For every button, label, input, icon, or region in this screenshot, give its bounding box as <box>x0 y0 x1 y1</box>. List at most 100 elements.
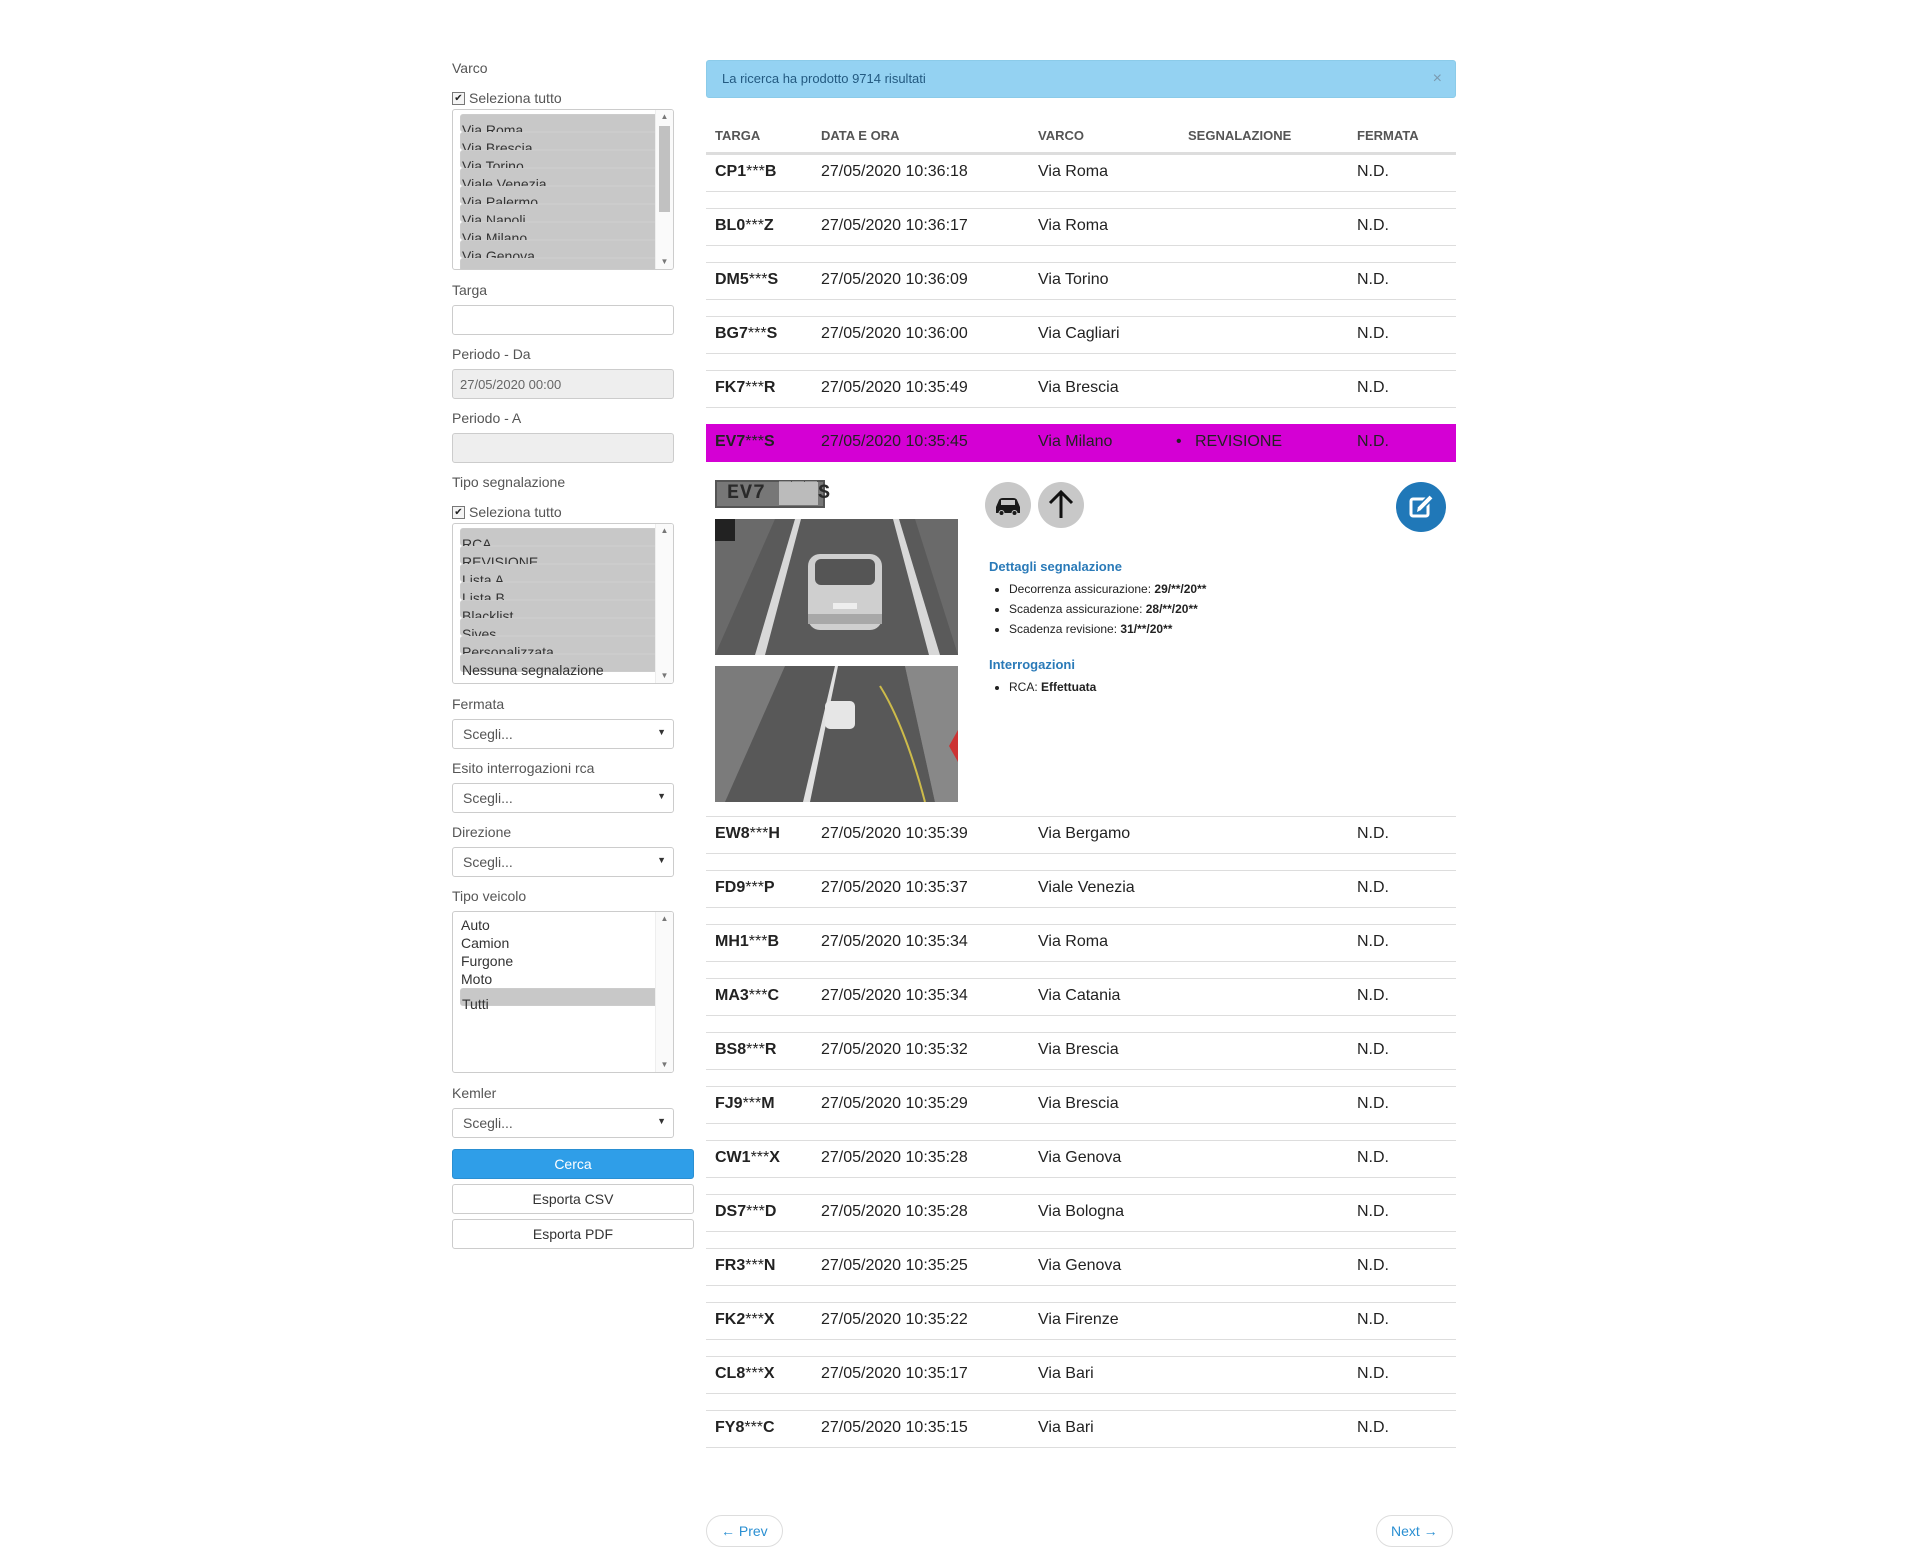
tipo-veicolo-listbox[interactable]: Auto Camion Furgone Moto Tutti ▲ ▼ <box>452 911 674 1073</box>
table-row[interactable]: FK7***R 27/05/2020 10:35:49 Via Brescia N.D… <box>706 370 1456 408</box>
detail-item: Scadenza assicurazione: 28/**/20** <box>1009 599 1206 619</box>
list-option[interactable]: Via Brescia <box>460 132 673 156</box>
plate-mask: *** <box>745 1311 764 1328</box>
list-option[interactable]: Via Genova <box>460 240 673 264</box>
checkbox-icon[interactable]: ✔ <box>452 91 465 105</box>
table-row[interactable]: FK2***X 27/05/2020 10:35:22 Via Firenze N.D… <box>706 1302 1456 1340</box>
segnalazione-listbox[interactable]: RCA REVISIONE Lista A Lista B Blacklist Sives… <box>452 523 674 684</box>
segnalazione-scrollbar[interactable]: ▲ ▼ <box>655 524 673 683</box>
close-icon[interactable]: × <box>1433 61 1442 97</box>
list-option[interactable]: Camion <box>460 934 650 952</box>
vehicle-photo-context[interactable] <box>715 666 958 802</box>
next-button[interactable]: Next → <box>1376 1515 1453 1547</box>
list-option[interactable]: Via Napoli <box>460 204 673 228</box>
datetime-cell: 27/05/2020 10:35:25 <box>821 1257 968 1274</box>
segnalazione-select-all[interactable]: ✔ Seleziona tutto <box>452 504 695 520</box>
list-option[interactable]: Blacklist <box>460 600 673 624</box>
periodo-a-input[interactable] <box>452 433 674 463</box>
list-option[interactable]: Via Palermo <box>460 186 673 210</box>
header-segnalazione[interactable]: SEGNALAZIONE <box>1188 128 1291 143</box>
plate-cell: CW1***X <box>715 1149 780 1167</box>
direction-button[interactable] <box>1038 482 1084 528</box>
fermata-cell: N.D. <box>1357 1257 1389 1274</box>
list-option[interactable]: RCA <box>460 528 673 552</box>
export-csv-button[interactable]: Esporta CSV <box>452 1184 694 1214</box>
header-varco[interactable]: VARCO <box>1038 128 1084 143</box>
plate-cell: DM5***S <box>715 271 778 289</box>
direzione-select[interactable]: Scegli... ▼ <box>452 847 674 877</box>
table-row[interactable]: DS7***D 27/05/2020 10:35:28 Via Bologna N.D… <box>706 1194 1456 1232</box>
periodo-da-input[interactable] <box>452 369 674 399</box>
header-targa[interactable]: TARGA <box>715 128 760 143</box>
table-row[interactable]: FR3***N 27/05/2020 10:35:25 Via Genova N.D. <box>706 1248 1456 1286</box>
table-row[interactable]: CL8***X 27/05/2020 10:35:17 Via Bari N.D. <box>706 1356 1456 1394</box>
list-option[interactable]: Personalizzata <box>460 636 673 660</box>
table-row[interactable]: MH1***B 27/05/2020 10:35:34 Via Roma N.D. <box>706 924 1456 962</box>
varco-listbox[interactable]: Via Roma Via Brescia Via Torino Viale Venez… <box>452 109 674 270</box>
table-row[interactable]: EV7***S 27/05/2020 10:35:45 Via Milano • RE… <box>706 424 1456 462</box>
list-option[interactable]: Nessuna segnalazione <box>460 654 673 678</box>
list-option[interactable]: Tutti <box>460 988 673 1012</box>
plate-suffix: R <box>764 1041 777 1058</box>
datetime-cell: 27/05/2020 10:35:45 <box>821 433 968 450</box>
plate-cell: FR3***N <box>715 1257 775 1275</box>
datetime-cell: 27/05/2020 10:36:00 <box>821 325 968 342</box>
plate-mask: *** <box>748 933 768 950</box>
table-row[interactable]: CP1***B 27/05/2020 10:36:18 Via Roma N.D. <box>706 154 1456 192</box>
list-option[interactable]: Auto <box>460 916 650 934</box>
scroll-up-icon[interactable]: ▲ <box>656 912 673 926</box>
table-row[interactable]: FD9***P 27/05/2020 10:35:37 Viale Venezia N… <box>706 870 1456 908</box>
list-option[interactable]: Viale Venezia <box>460 168 673 192</box>
table-row[interactable]: FY8***C 27/05/2020 10:35:15 Via Bari N.D. <box>706 1410 1456 1448</box>
scroll-up-icon[interactable]: ▲ <box>656 524 673 538</box>
caret-down-icon: ▼ <box>657 855 666 865</box>
table-header: TARGA DATA E ORA VARCO SEGNALAZIONE FERM… <box>706 118 1456 154</box>
list-option[interactable]: Sives <box>460 618 673 642</box>
plate-mask: *** <box>748 271 768 288</box>
list-option[interactable]: Via Torino <box>460 150 673 174</box>
table-row[interactable]: EW8***H 27/05/2020 10:35:39 Via Bergamo N.D… <box>706 816 1456 854</box>
scroll-down-icon[interactable]: ▼ <box>656 255 673 269</box>
plate-prefix: FK2 <box>715 1311 746 1328</box>
list-option[interactable]: Via Bari <box>460 258 673 269</box>
segnalazione-value: REVISIONE <box>1194 433 1283 450</box>
scroll-up-icon[interactable]: ▲ <box>656 110 673 124</box>
table-row[interactable]: CW1***X 27/05/2020 10:35:28 Via Genova N.D. <box>706 1140 1456 1178</box>
export-pdf-button[interactable]: Esporta PDF <box>452 1219 694 1249</box>
varco-select-all[interactable]: ✔ Seleziona tutto <box>452 90 695 106</box>
tipo-veicolo-scrollbar[interactable]: ▲ ▼ <box>655 912 673 1072</box>
list-option[interactable]: Via Roma <box>460 114 673 138</box>
list-option[interactable]: Via Milano <box>460 222 673 246</box>
scroll-down-icon[interactable]: ▼ <box>656 1058 673 1072</box>
prev-button[interactable]: ← Prev <box>706 1515 783 1547</box>
list-option[interactable]: Lista A <box>460 564 673 588</box>
scroll-thumb[interactable] <box>659 126 670 212</box>
plate-prefix: CP1 <box>715 163 747 180</box>
table-row[interactable]: BG7***S 27/05/2020 10:36:00 Via Cagliari N.… <box>706 316 1456 354</box>
fermata-select[interactable]: Scegli... ▼ <box>452 719 674 749</box>
table-row[interactable]: MA3***C 27/05/2020 10:35:34 Via Catania N.D… <box>706 978 1456 1016</box>
table-row[interactable]: BL0***Z 27/05/2020 10:36:17 Via Roma N.D. <box>706 208 1456 246</box>
kemler-select[interactable]: Scegli... ▼ <box>452 1108 674 1138</box>
varco-cell: Via Roma <box>1038 163 1108 180</box>
esito-rca-select[interactable]: Scegli... ▼ <box>452 783 674 813</box>
vehicle-type-button[interactable] <box>985 482 1031 528</box>
targa-input[interactable] <box>452 305 674 335</box>
plate-prefix: MH1 <box>715 933 749 950</box>
list-option[interactable]: Furgone <box>460 952 650 970</box>
table-row[interactable]: DM5***S 27/05/2020 10:36:09 Via Torino N.D. <box>706 262 1456 300</box>
scroll-down-icon[interactable]: ▼ <box>656 669 673 683</box>
list-option[interactable]: Moto <box>460 970 650 988</box>
list-option[interactable]: Lista B <box>460 582 673 606</box>
header-data-ora[interactable]: DATA E ORA <box>821 128 899 143</box>
edit-button[interactable] <box>1396 482 1446 532</box>
table-row[interactable]: FJ9***M 27/05/2020 10:35:29 Via Brescia N.D… <box>706 1086 1456 1124</box>
table-row[interactable]: BS8***R 27/05/2020 10:35:32 Via Brescia N.D… <box>706 1032 1456 1070</box>
checkbox-icon[interactable]: ✔ <box>452 505 465 519</box>
varco-scrollbar[interactable]: ▲ ▼ <box>655 110 673 269</box>
datetime-cell: 27/05/2020 10:36:09 <box>821 271 968 288</box>
search-button[interactable]: Cerca <box>452 1149 694 1179</box>
list-option[interactable]: REVISIONE <box>460 546 673 570</box>
vehicle-photo-rear[interactable] <box>715 519 958 655</box>
header-fermata[interactable]: FERMATA <box>1357 128 1419 143</box>
